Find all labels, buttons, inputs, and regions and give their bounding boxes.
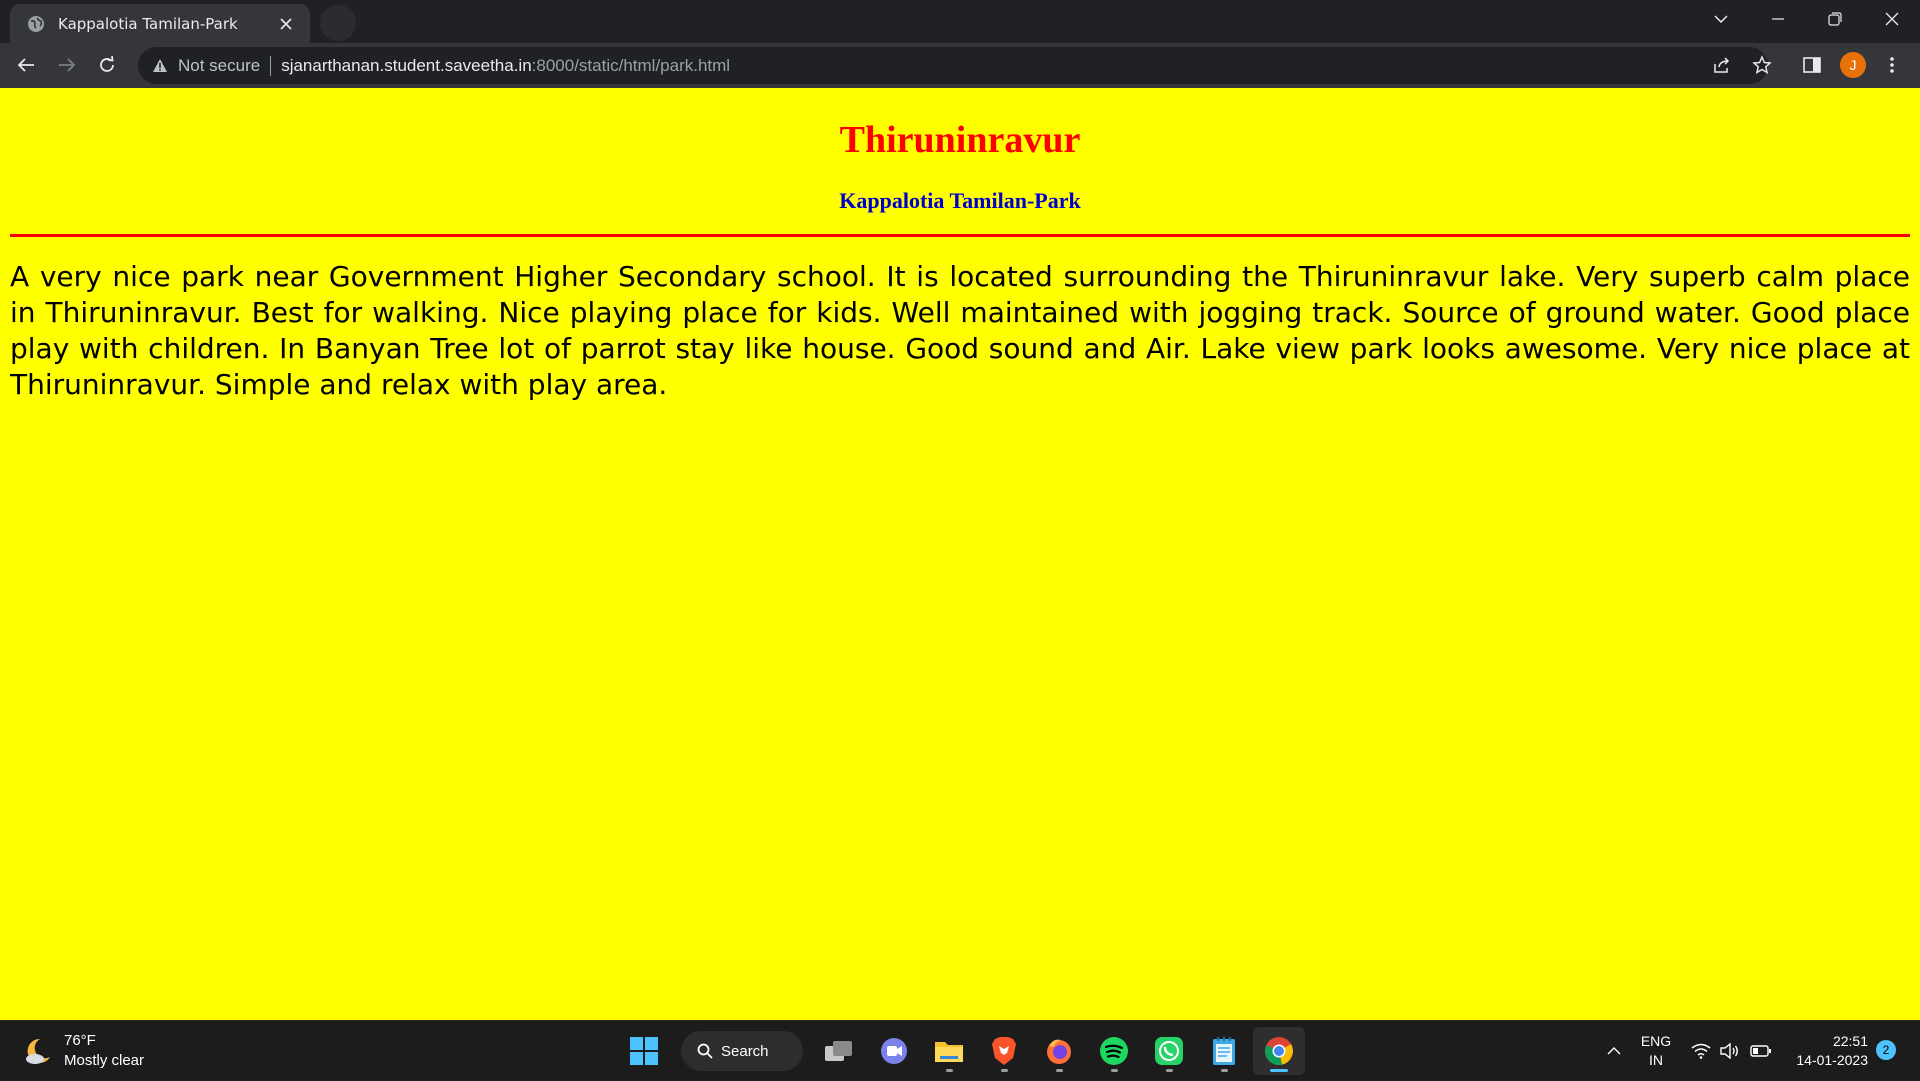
- clock-date: 14-01-2023: [1796, 1052, 1868, 1068]
- show-hidden-icons-button[interactable]: [1600, 1021, 1628, 1081]
- minimize-button[interactable]: [1749, 0, 1806, 38]
- star-icon[interactable]: [1746, 49, 1778, 81]
- spotify-button[interactable]: [1088, 1027, 1140, 1075]
- lang-bottom: IN: [1649, 1052, 1663, 1068]
- battery-icon[interactable]: [1748, 1021, 1774, 1081]
- language-indicator[interactable]: ENG IN: [1636, 1021, 1676, 1081]
- brave-button[interactable]: [978, 1027, 1030, 1075]
- weather-widget[interactable]: 76°F Mostly clear: [22, 1031, 144, 1071]
- chrome-icon: [1265, 1037, 1293, 1066]
- search-label: Search: [721, 1042, 769, 1060]
- folder-icon: [935, 1042, 963, 1062]
- tab-search-button[interactable]: [1692, 0, 1749, 38]
- url-path: :8000/static/html/park.html: [531, 55, 731, 75]
- page-viewport: Thiruninravur Kappalotia Tamilan-Park A …: [0, 88, 1920, 1020]
- back-icon[interactable]: [10, 49, 42, 81]
- start-button[interactable]: [618, 1027, 670, 1075]
- browser-toolbar: Not secure sjanarthanan.student.saveetha…: [0, 43, 1920, 88]
- brave-lion-icon: [992, 1037, 1016, 1065]
- reload-icon[interactable]: [91, 49, 123, 81]
- notepad-icon: [1213, 1037, 1235, 1065]
- wifi-icon[interactable]: [1688, 1021, 1714, 1081]
- new-tab-button[interactable]: [320, 5, 356, 41]
- browser-tab[interactable]: Kappalotia Tamilan-Park: [10, 4, 310, 43]
- taskbar: 76°F Mostly clear Search ENG IN 22:51 14…: [0, 1020, 1920, 1080]
- globe-icon: [26, 14, 46, 34]
- warning-icon[interactable]: [150, 56, 170, 76]
- taskbar-apps: Search: [618, 1027, 1308, 1075]
- tab-title: Kappalotia Tamilan-Park: [58, 14, 238, 33]
- running-indicator: [946, 1069, 953, 1072]
- teams-icon: [881, 1038, 907, 1064]
- notepad-button[interactable]: [1198, 1027, 1250, 1075]
- moon-cloud-icon: [26, 1038, 50, 1064]
- running-indicator: [1001, 1069, 1008, 1072]
- weather-desc: Mostly clear: [64, 1052, 145, 1069]
- running-indicator: [1056, 1069, 1063, 1072]
- menu-icon[interactable]: [1876, 49, 1908, 81]
- running-indicator: [1166, 1069, 1173, 1072]
- volume-icon[interactable]: [1716, 1021, 1742, 1081]
- spotify-icon: [1100, 1037, 1128, 1065]
- restore-button[interactable]: [1806, 0, 1863, 38]
- url-host: sjanarthanan.student.saveetha.in: [281, 55, 532, 75]
- clock[interactable]: 22:51 14-01-2023: [1788, 1021, 1868, 1081]
- whatsapp-icon: [1155, 1037, 1183, 1065]
- close-icon[interactable]: [276, 14, 296, 34]
- running-indicator: [1111, 1069, 1118, 1072]
- park-description: A very nice park near Government Higher …: [10, 260, 1910, 401]
- profile-avatar[interactable]: J: [1840, 52, 1866, 78]
- task-view-icon: [825, 1041, 852, 1061]
- running-indicator: [1270, 1069, 1288, 1072]
- side-panel-icon[interactable]: [1796, 49, 1828, 81]
- search-icon: [697, 1043, 713, 1059]
- whatsapp-button[interactable]: [1143, 1027, 1195, 1075]
- chevron-up-icon: [1607, 1047, 1621, 1055]
- firefox-icon: [1047, 1039, 1071, 1064]
- file-explorer-button[interactable]: [923, 1027, 975, 1075]
- lang-top: ENG: [1640, 1033, 1672, 1049]
- teams-button[interactable]: [868, 1027, 920, 1075]
- window-close-button[interactable]: [1863, 0, 1920, 38]
- share-icon[interactable]: [1706, 49, 1738, 81]
- tab-strip: Kappalotia Tamilan-Park: [0, 0, 1920, 43]
- running-indicator: [1221, 1069, 1228, 1072]
- task-view-button[interactable]: [813, 1027, 865, 1075]
- windows-icon: [630, 1037, 658, 1065]
- page-heading: Thiruninravur: [839, 119, 1081, 161]
- forward-icon[interactable]: [51, 49, 83, 81]
- page-subheading: Kappalotia Tamilan-Park: [839, 188, 1081, 213]
- horizontal-rule: [10, 234, 1910, 237]
- weather-temp: 76°F: [64, 1032, 96, 1049]
- firefox-button[interactable]: [1033, 1027, 1085, 1075]
- chrome-button[interactable]: [1253, 1027, 1305, 1075]
- address-bar[interactable]: Not secure sjanarthanan.student.saveetha…: [138, 47, 1768, 84]
- notification-badge[interactable]: 2: [1876, 1040, 1896, 1060]
- omnibox-separator: [270, 55, 272, 76]
- security-label[interactable]: Not secure: [178, 56, 260, 76]
- clock-time: 22:51: [1832, 1033, 1868, 1049]
- taskbar-search[interactable]: Search: [681, 1031, 803, 1071]
